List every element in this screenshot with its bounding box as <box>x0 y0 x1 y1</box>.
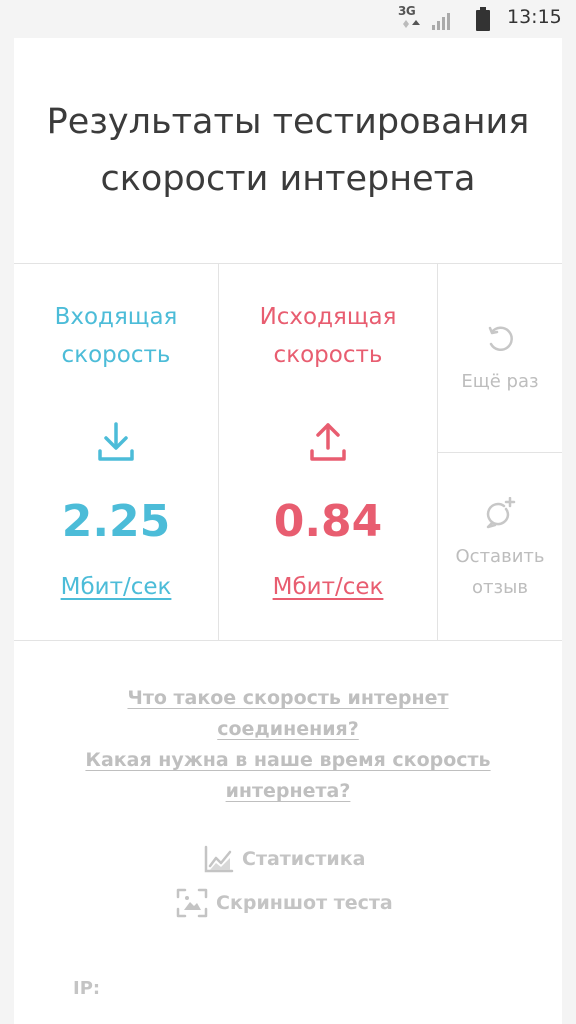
info-links: Что такое скорость интернет соединения? … <box>14 683 562 807</box>
upload-label-line1: Исходящая <box>259 304 397 330</box>
leave-review-button[interactable]: Оставить отзыв <box>438 453 562 640</box>
needed-speed-link[interactable]: Какая нужна в наше время скорость интерн… <box>14 745 562 807</box>
download-panel: Входящая скорость 2.25 Мбит/сек <box>14 264 219 640</box>
results-grid: Входящая скорость 2.25 Мбит/сек Исходяща… <box>14 263 562 641</box>
page-title-line2: скорости интернета <box>100 159 476 199</box>
what-is-speed-line1: Что такое скорость интернет <box>127 687 449 709</box>
statistics-label: Статистика <box>242 848 366 870</box>
retry-button[interactable]: Ещё раз <box>438 264 562 453</box>
upload-panel: Исходящая скорость 0.84 Мбит/сек <box>219 264 438 640</box>
download-icon <box>98 422 134 461</box>
needed-speed-line2: интернета? <box>225 780 351 802</box>
needed-speed-line1: Какая нужна в наше время скорость <box>85 749 491 771</box>
retry-label: Ещё раз <box>461 371 539 392</box>
upload-icon <box>310 423 346 461</box>
signal-icon <box>432 13 450 30</box>
network-type: 3G <box>398 4 416 18</box>
upload-label: Исходящая скорость <box>219 298 437 374</box>
status-time: 13:15 <box>507 6 562 28</box>
results-card: Результаты тестирования скорости интерне… <box>14 38 562 1024</box>
upload-speed-value: 0.84 <box>273 496 383 547</box>
refresh-icon <box>488 326 513 351</box>
screenshot-label: Скриншот теста <box>216 892 393 914</box>
status-bar: 3G 13:15 <box>0 0 576 38</box>
ip-label: IP: <box>73 978 101 999</box>
statistics-button[interactable]: Статистика <box>204 843 365 875</box>
leave-review-label: Оставить отзыв <box>438 541 562 603</box>
screenshot-icon <box>176 888 208 918</box>
download-label-line1: Входящая <box>54 304 178 330</box>
upload-unit-link[interactable]: Мбит/сек <box>219 570 437 604</box>
upload-label-line2: скорость <box>273 342 383 368</box>
network-indicator: 3G <box>398 4 428 32</box>
download-speed-value: 2.25 <box>61 496 171 547</box>
download-label-line2: скорость <box>61 342 171 368</box>
download-label: Входящая скорость <box>14 298 218 374</box>
chart-icon <box>204 845 234 873</box>
what-is-speed-link[interactable]: Что такое скорость интернет соединения? <box>14 683 562 745</box>
what-is-speed-line2: соединения? <box>217 718 359 740</box>
screenshot-button[interactable]: Скриншот теста <box>176 887 393 919</box>
download-unit-link[interactable]: Мбит/сек <box>14 570 218 604</box>
page-title-line1: Результаты тестирования <box>46 102 530 142</box>
page-title: Результаты тестирования скорости интерне… <box>14 94 562 208</box>
leave-review-label-line2: отзыв <box>472 577 528 598</box>
leave-review-label-line1: Оставить <box>455 546 545 567</box>
battery-icon <box>476 7 490 31</box>
add-comment-icon <box>486 497 516 529</box>
data-transfer-icon <box>403 20 420 28</box>
